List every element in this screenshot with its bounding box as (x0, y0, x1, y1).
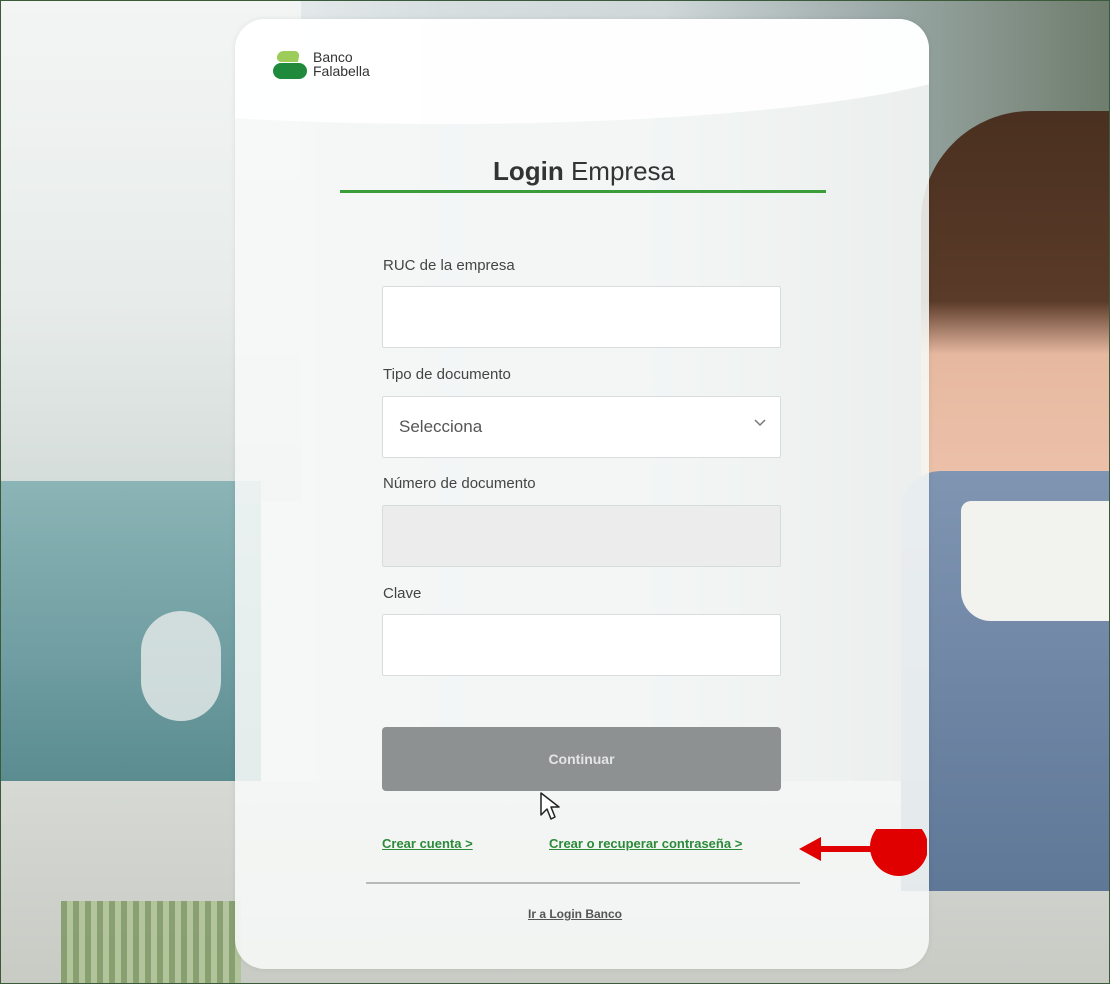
background-plant (61, 901, 241, 983)
doc-type-label: Tipo de documento (383, 366, 511, 383)
doc-number-input[interactable] (382, 505, 781, 567)
logo-line1: Banco (313, 49, 353, 65)
red-arrow-annotation (797, 818, 928, 879)
doc-number-label: Número de documento (383, 475, 536, 492)
page-title: Login Empresa (341, 156, 827, 187)
background-lamp (141, 611, 221, 721)
card-header-wave (235, 19, 929, 124)
background-mug (961, 501, 1109, 621)
page-title-regular: Empresa (570, 156, 676, 186)
doc-type-selected: Selecciona (399, 417, 483, 436)
recover-password-link[interactable]: Crear o recuperar contraseña > (549, 836, 742, 851)
chevron-down-icon (754, 415, 766, 431)
mouse-pointer-icon (539, 791, 563, 823)
doc-type-select[interactable]: Selecciona (382, 396, 781, 458)
create-account-link[interactable]: Crear cuenta > (382, 836, 473, 851)
go-login-bank-link[interactable]: Ir a Login Banco (528, 907, 622, 921)
logo-icon (273, 47, 309, 81)
footer-divider (366, 882, 800, 884)
password-input[interactable] (382, 614, 781, 676)
logo-line2: Falabella (313, 63, 370, 79)
screen: Banco Falabella Login Empresa RUC de la … (0, 0, 1110, 984)
ruc-label: RUC de la empresa (383, 257, 515, 274)
password-label: Clave (383, 585, 422, 602)
brand-logo: Banco Falabella (273, 47, 370, 81)
background-teal-wall (1, 481, 261, 781)
ruc-input[interactable] (382, 286, 781, 348)
logo-text: Banco Falabella (313, 50, 370, 78)
continue-button[interactable]: Continuar (382, 727, 781, 791)
page-title-bold: Login (492, 156, 564, 186)
title-underline (340, 190, 826, 193)
